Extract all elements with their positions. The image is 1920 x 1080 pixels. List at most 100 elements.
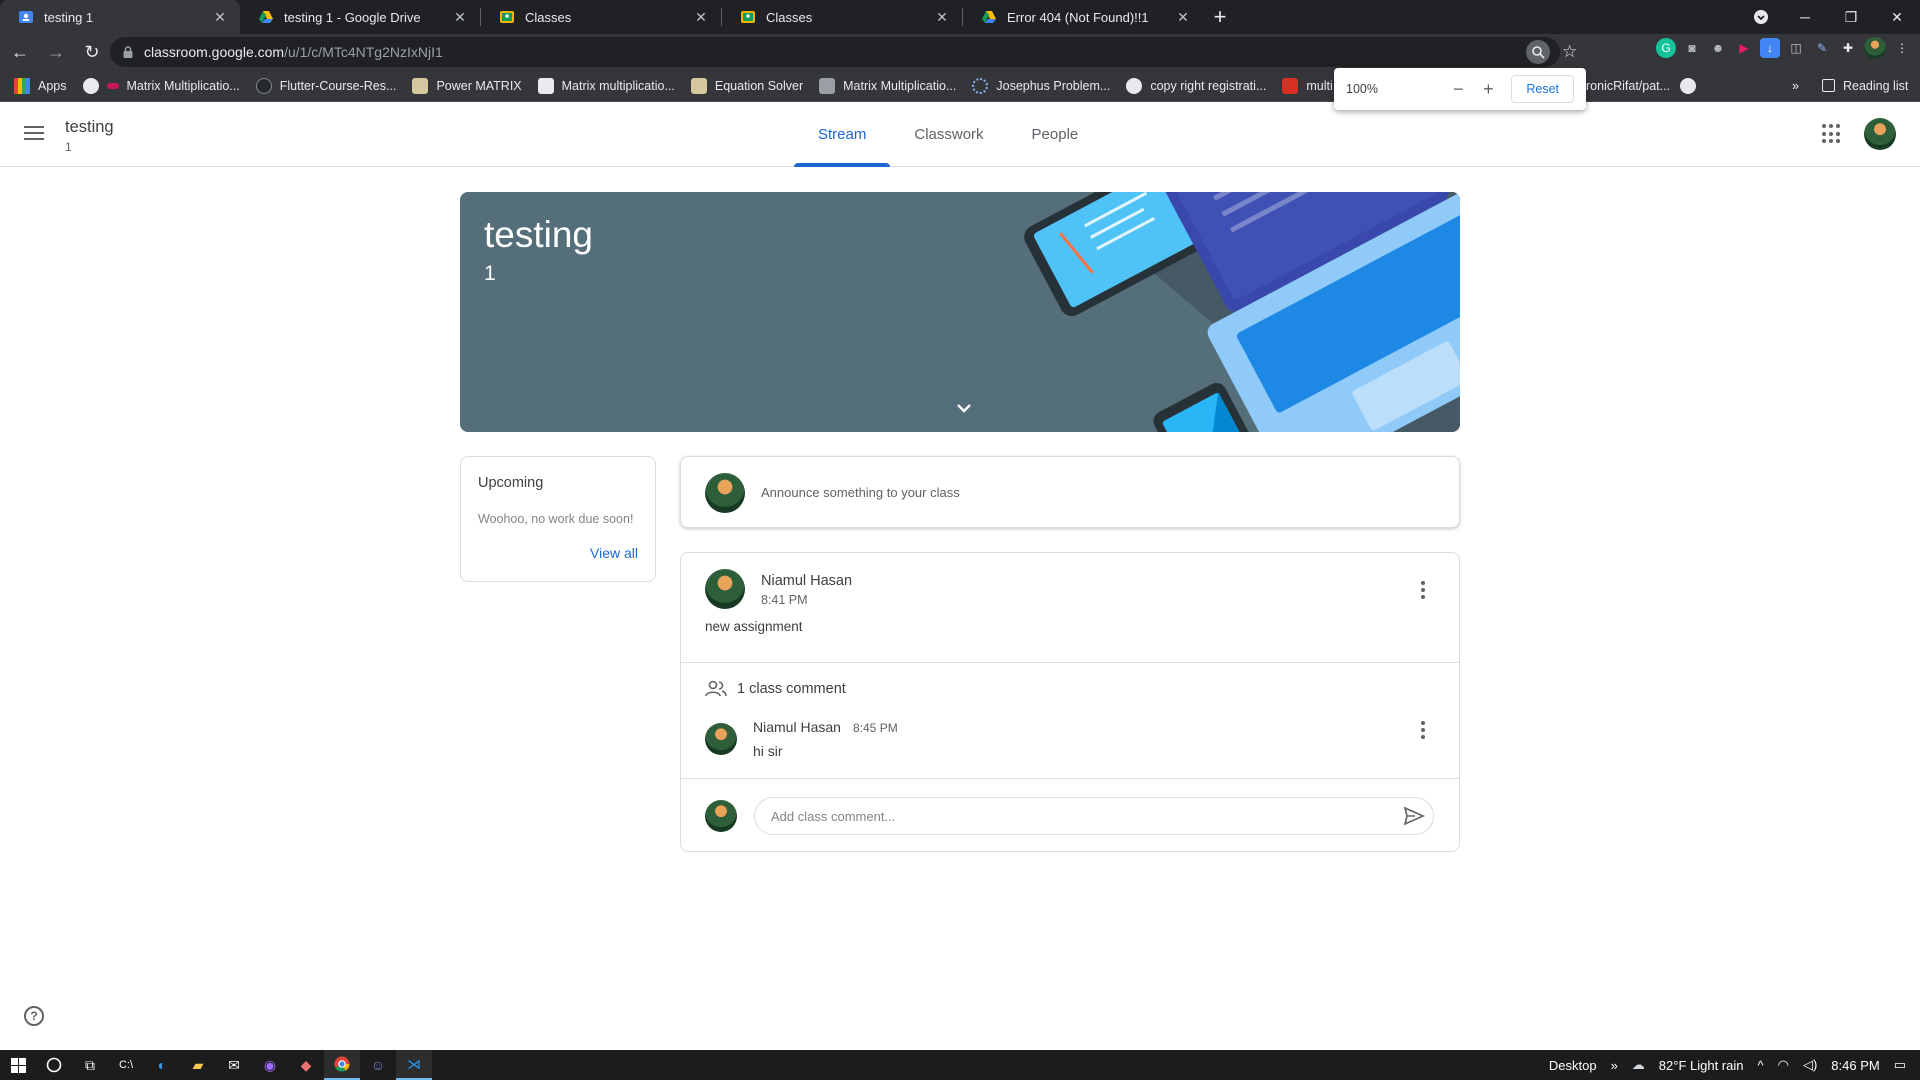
puzzle-icon[interactable]: ✚ <box>1838 38 1858 58</box>
classroom-icon <box>18 9 34 25</box>
tab-title: Error 404 (Not Found)!!1 <box>1007 9 1149 25</box>
pen-icon[interactable]: ✎ <box>1812 38 1832 58</box>
chevron-double-icon[interactable]: » <box>1611 1058 1618 1073</box>
bookmark-item[interactable]: Josephus Problem... <box>964 77 1118 94</box>
class-comments-toggle[interactable]: 1 class comment <box>705 680 846 698</box>
view-all-link[interactable]: View all <box>590 545 638 561</box>
address-bar[interactable]: classroom.google.com/u/1/c/MTc4NTg2NzIxN… <box>110 37 1560 67</box>
tab-stream[interactable]: Stream <box>794 102 891 167</box>
browser-tab[interactable]: testing 1 ✕ <box>0 0 240 34</box>
wifi-icon[interactable]: ◠ <box>1778 1057 1789 1073</box>
extension-icon[interactable]: ◫ <box>1786 38 1806 58</box>
globe-icon <box>1680 77 1697 94</box>
chevron-down-icon[interactable] <box>956 400 972 418</box>
site-icon <box>1282 77 1299 94</box>
account-avatar[interactable] <box>1864 118 1896 150</box>
add-comment-input[interactable]: Add class comment... <box>754 797 1434 835</box>
zoom-icon[interactable] <box>1526 40 1550 64</box>
forward-button[interactable]: → <box>40 36 72 68</box>
tab-people[interactable]: People <box>1008 102 1103 167</box>
bookmark-item[interactable]: Flutter-Course-Res... <box>248 77 405 94</box>
close-tab-icon[interactable]: ✕ <box>452 9 468 26</box>
weather-text[interactable]: 82°F Light rain <box>1659 1058 1744 1073</box>
volume-icon[interactable]: ◁) <box>1803 1057 1817 1073</box>
bookmark-item[interactable]: ronicRifat/pat... <box>1578 77 1704 94</box>
edge-icon[interactable]: ◐ <box>144 1050 180 1080</box>
camera-icon[interactable]: ◙ <box>1682 38 1702 58</box>
terminal-icon[interactable]: C:\ <box>108 1050 144 1080</box>
bookmark-label: copy right registrati... <box>1150 78 1267 93</box>
chrome-icon[interactable] <box>324 1050 360 1080</box>
search-icon[interactable] <box>36 1050 72 1080</box>
post-options-icon[interactable] <box>1421 581 1425 602</box>
mail-icon[interactable]: ✉ <box>216 1050 252 1080</box>
reading-list-button[interactable]: Reading list <box>1814 79 1916 93</box>
bookmark-label: Josephus Problem... <box>996 78 1111 93</box>
reload-button[interactable]: ↻ <box>76 36 108 68</box>
zoom-out-button[interactable]: − <box>1443 79 1473 100</box>
desktop-toolbar[interactable]: Desktop <box>1549 1058 1597 1073</box>
close-tab-icon[interactable]: ✕ <box>212 9 228 26</box>
announce-placeholder[interactable]: Announce something to your class <box>761 485 960 500</box>
globe-icon <box>82 77 99 94</box>
close-tab-icon[interactable]: ✕ <box>693 9 709 26</box>
new-tab-button[interactable]: + <box>1203 0 1237 34</box>
bookmark-item[interactable]: Matrix Multiplicatio... <box>811 77 964 94</box>
extensions-area: G ◙ ☻ ▶ ↓ ◫ ✎ ✚ ⋮ <box>1656 37 1912 59</box>
chevron-up-icon[interactable]: ^ <box>1758 1058 1764 1073</box>
announce-box[interactable]: Announce something to your class <box>680 456 1460 528</box>
extension-icon[interactable]: ☻ <box>1708 38 1728 58</box>
zoom-in-button[interactable]: + <box>1473 79 1503 100</box>
zoom-reset-button[interactable]: Reset <box>1511 75 1574 103</box>
comment-options-icon[interactable] <box>1421 721 1425 742</box>
bookmark-apps[interactable]: Apps <box>0 77 75 94</box>
discord-icon[interactable]: ☺ <box>360 1050 396 1080</box>
menu-dots-icon[interactable]: ⋮ <box>1892 38 1912 58</box>
people-icon <box>705 680 727 697</box>
media-icon[interactable]: ▶ <box>1734 38 1754 58</box>
windows-start-icon[interactable] <box>0 1050 36 1080</box>
classroom-icon <box>499 9 515 25</box>
bookmark-item[interactable]: Equation Solver <box>683 77 811 94</box>
profile-avatar[interactable] <box>1864 37 1886 59</box>
bookmark-item[interactable]: Matrix Multiplicatio... <box>75 77 248 94</box>
main-menu-icon[interactable] <box>22 122 46 146</box>
classroom-icon <box>740 9 756 25</box>
site-icon <box>106 82 119 89</box>
notifications-icon[interactable]: ▭ <box>1894 1057 1906 1073</box>
upcoming-card: Upcoming Woohoo, no work due soon! View … <box>460 456 656 582</box>
send-icon[interactable] <box>1403 806 1425 826</box>
tab-search-icon[interactable] <box>1738 0 1784 34</box>
task-view-icon[interactable]: ⧉ <box>72 1050 108 1080</box>
browser-tab[interactable]: Classes ✕ <box>481 0 721 34</box>
restore-button[interactable]: ❐ <box>1828 0 1874 34</box>
bookmark-star-icon[interactable]: ☆ <box>1562 42 1577 62</box>
help-icon[interactable]: ? <box>24 1006 44 1026</box>
tab-classwork[interactable]: Classwork <box>890 102 1007 167</box>
site-icon <box>412 77 429 94</box>
grammarly-icon[interactable]: G <box>1656 38 1676 58</box>
browser-tab[interactable]: testing 1 - Google Drive ✕ <box>240 0 480 34</box>
file-explorer-icon[interactable]: ▰ <box>180 1050 216 1080</box>
divider <box>681 662 1459 663</box>
close-tab-icon[interactable]: ✕ <box>1175 9 1191 26</box>
messenger-icon[interactable]: ◉ <box>252 1050 288 1080</box>
bookmark-item[interactable]: Power MATRIX <box>404 77 529 94</box>
close-window-button[interactable]: ✕ <box>1874 0 1920 34</box>
bookmark-item[interactable]: copy right registrati... <box>1118 77 1274 94</box>
class-title[interactable]: testing <box>65 118 114 137</box>
close-tab-icon[interactable]: ✕ <box>934 9 950 26</box>
google-apps-icon[interactable] <box>1822 124 1842 144</box>
clock[interactable]: 8:46 PM <box>1831 1058 1879 1073</box>
vscode-icon[interactable]: ⋊ <box>396 1050 432 1080</box>
site-icon <box>819 77 836 94</box>
browser-tab[interactable]: Error 404 (Not Found)!!1 ✕ <box>963 0 1203 34</box>
bookmark-item[interactable]: Matrix multiplicatio... <box>530 77 683 94</box>
comment-author: Niamul Hasan <box>753 719 841 735</box>
download-icon[interactable]: ↓ <box>1760 38 1780 58</box>
app-icon[interactable]: ◆ <box>288 1050 324 1080</box>
bookmarks-overflow-button[interactable]: » <box>1784 79 1807 93</box>
browser-tab[interactable]: Classes ✕ <box>722 0 962 34</box>
minimize-button[interactable]: ─ <box>1782 0 1828 34</box>
back-button[interactable]: ← <box>4 36 36 68</box>
